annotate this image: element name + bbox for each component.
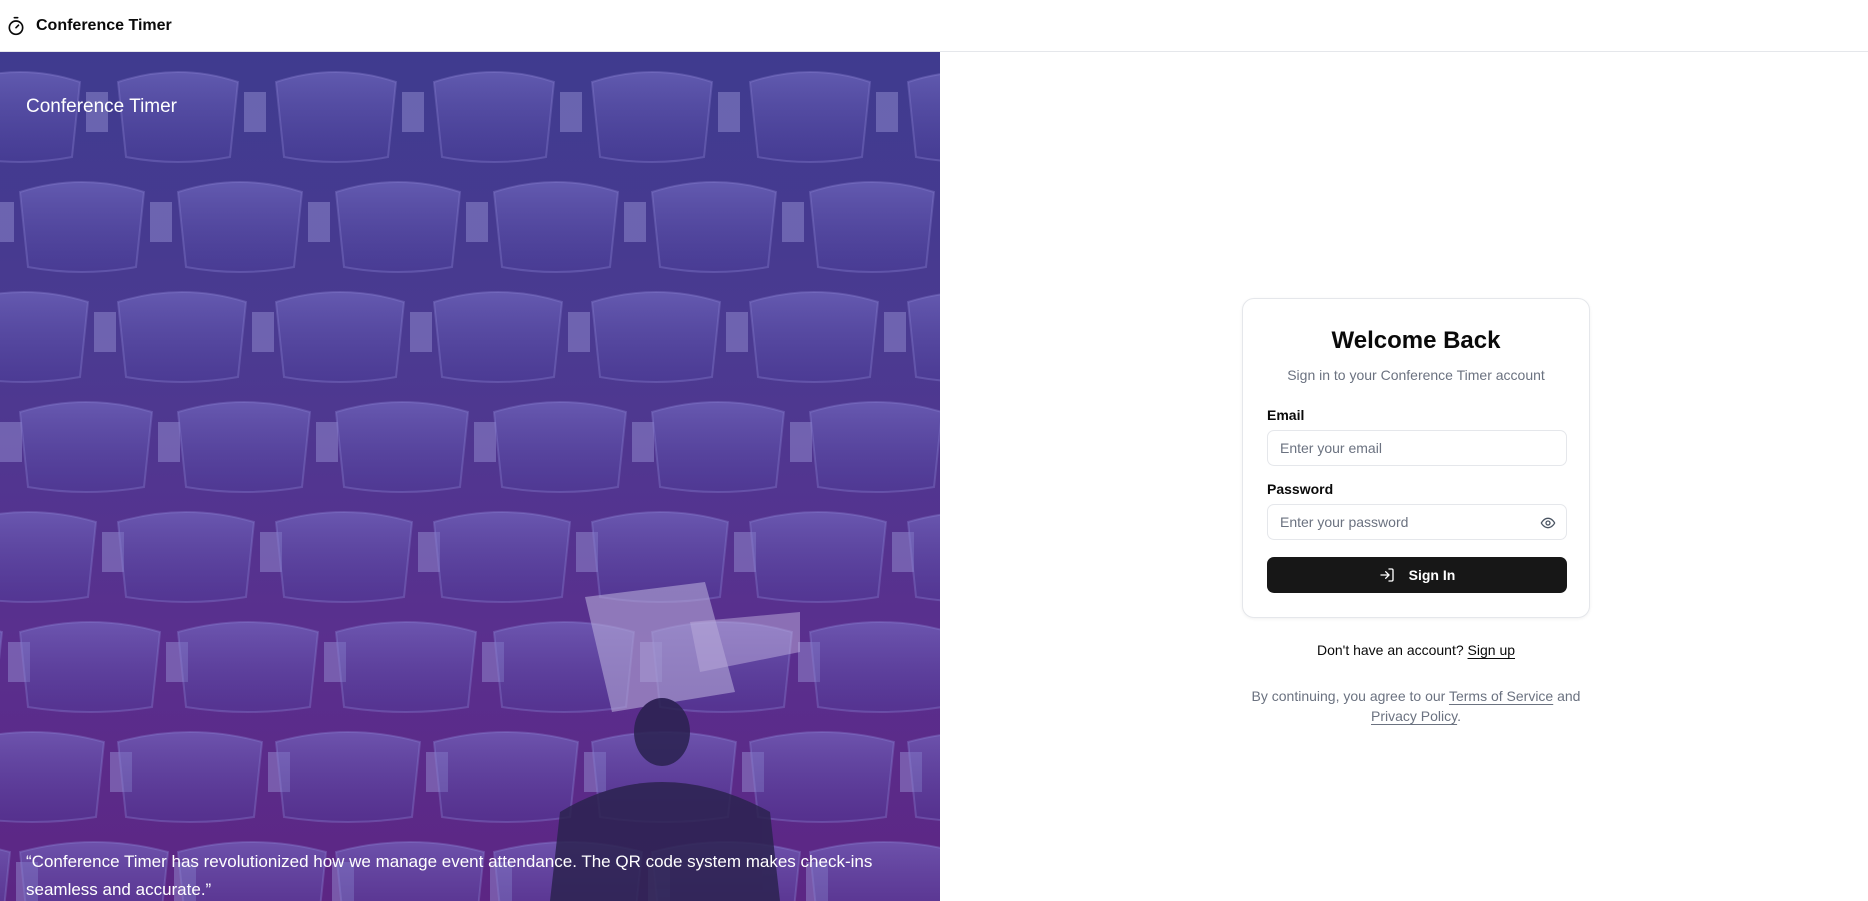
seat-tablet	[308, 202, 330, 242]
auditorium-seats-image	[0, 71, 940, 901]
seat	[274, 71, 398, 163]
legal-and: and	[1557, 688, 1581, 704]
seat	[590, 291, 722, 383]
seat-tablet	[466, 202, 488, 242]
legal-prefix: By continuing, you agree to our	[1251, 688, 1446, 704]
testimonial-quote: “Conference Timer has revolutionized how…	[26, 852, 873, 899]
seat-tablet	[876, 92, 898, 132]
seat	[334, 621, 478, 713]
login-title: Welcome Back	[1331, 327, 1501, 354]
seat-tablet	[402, 92, 424, 132]
seat-tablet	[244, 92, 266, 132]
email-field-wrapper	[1267, 430, 1567, 466]
seat-tablet	[94, 312, 116, 352]
seat	[0, 848, 12, 901]
seat	[748, 511, 888, 603]
seat-tablet	[158, 422, 180, 462]
login-card: Welcome Back Sign in to your Conference …	[1242, 298, 1590, 618]
password-label: Password	[1267, 481, 1334, 497]
legal-suffix: .	[1457, 708, 1461, 724]
seat	[432, 731, 580, 823]
seat	[334, 181, 462, 273]
seat	[748, 71, 872, 163]
signup-prompt: Don't have an account? Sign up	[1242, 642, 1590, 658]
email-input[interactable]	[1268, 431, 1566, 465]
seat-tablet	[410, 312, 432, 352]
seat	[116, 291, 248, 383]
seat-tablet	[316, 422, 338, 462]
login-subtitle: Sign in to your Conference Timer account	[1287, 367, 1545, 383]
top-navbar: Conference Timer	[0, 0, 1868, 52]
seat	[650, 181, 778, 273]
seat	[176, 181, 304, 273]
seat	[18, 621, 162, 713]
seat	[274, 291, 406, 383]
app-title[interactable]: Conference Timer	[36, 17, 172, 35]
seat	[748, 731, 896, 823]
seat	[176, 401, 312, 493]
seat	[906, 734, 940, 822]
seat-tablet	[790, 422, 812, 462]
password-field-wrapper	[1267, 504, 1567, 540]
seat-tablet	[560, 92, 582, 132]
seat	[906, 293, 940, 382]
seat	[0, 511, 98, 603]
seat	[650, 401, 786, 493]
seat	[0, 630, 4, 661]
seat-tablet	[632, 422, 654, 462]
sign-in-label: Sign In	[1408, 567, 1456, 583]
stopwatch-icon	[6, 16, 26, 36]
seat	[274, 511, 414, 603]
seat	[0, 731, 106, 823]
seat-tablet	[726, 312, 748, 352]
seat	[808, 621, 940, 713]
seat	[274, 731, 422, 823]
seat	[18, 401, 154, 493]
seat	[808, 181, 936, 273]
privacy-link[interactable]: Privacy Policy	[1371, 708, 1457, 724]
signup-link[interactable]: Sign up	[1468, 642, 1515, 658]
seat	[432, 71, 556, 163]
seat	[906, 73, 940, 162]
seat-tablet	[150, 202, 172, 242]
seat	[116, 731, 264, 823]
seat	[432, 511, 572, 603]
seat	[906, 513, 940, 602]
legal-notice: By continuing, you agree to our Terms of…	[1242, 686, 1590, 726]
seat	[176, 621, 320, 713]
seat	[116, 511, 256, 603]
seat	[492, 401, 628, 493]
seat-tablet	[718, 92, 740, 132]
log-in-icon	[1379, 568, 1394, 582]
hero-panel: Conference Timer “Conference Timer has r…	[0, 52, 940, 901]
eye-icon[interactable]	[1540, 515, 1556, 531]
seat-tablet	[474, 422, 496, 462]
seat-tablet	[252, 312, 274, 352]
seat-tablet	[0, 202, 14, 242]
seat	[748, 291, 880, 383]
seat	[0, 291, 90, 383]
terms-link[interactable]: Terms of Service	[1449, 688, 1553, 704]
seat	[18, 181, 146, 273]
seat	[432, 291, 564, 383]
hero-title: Conference Timer	[26, 96, 178, 117]
seat-tablet	[884, 312, 906, 352]
seat	[492, 181, 620, 273]
email-label: Email	[1267, 407, 1305, 423]
seat	[334, 401, 470, 493]
sign-in-button[interactable]: Sign In	[1267, 557, 1567, 593]
seat	[590, 71, 714, 163]
seat-tablet	[568, 312, 590, 352]
seat-tablet	[782, 202, 804, 242]
seat	[808, 401, 940, 493]
seat-tablet	[0, 422, 22, 462]
password-input[interactable]	[1268, 505, 1566, 539]
seat-tablet	[624, 202, 646, 242]
signup-text: Don't have an account?	[1316, 642, 1464, 658]
